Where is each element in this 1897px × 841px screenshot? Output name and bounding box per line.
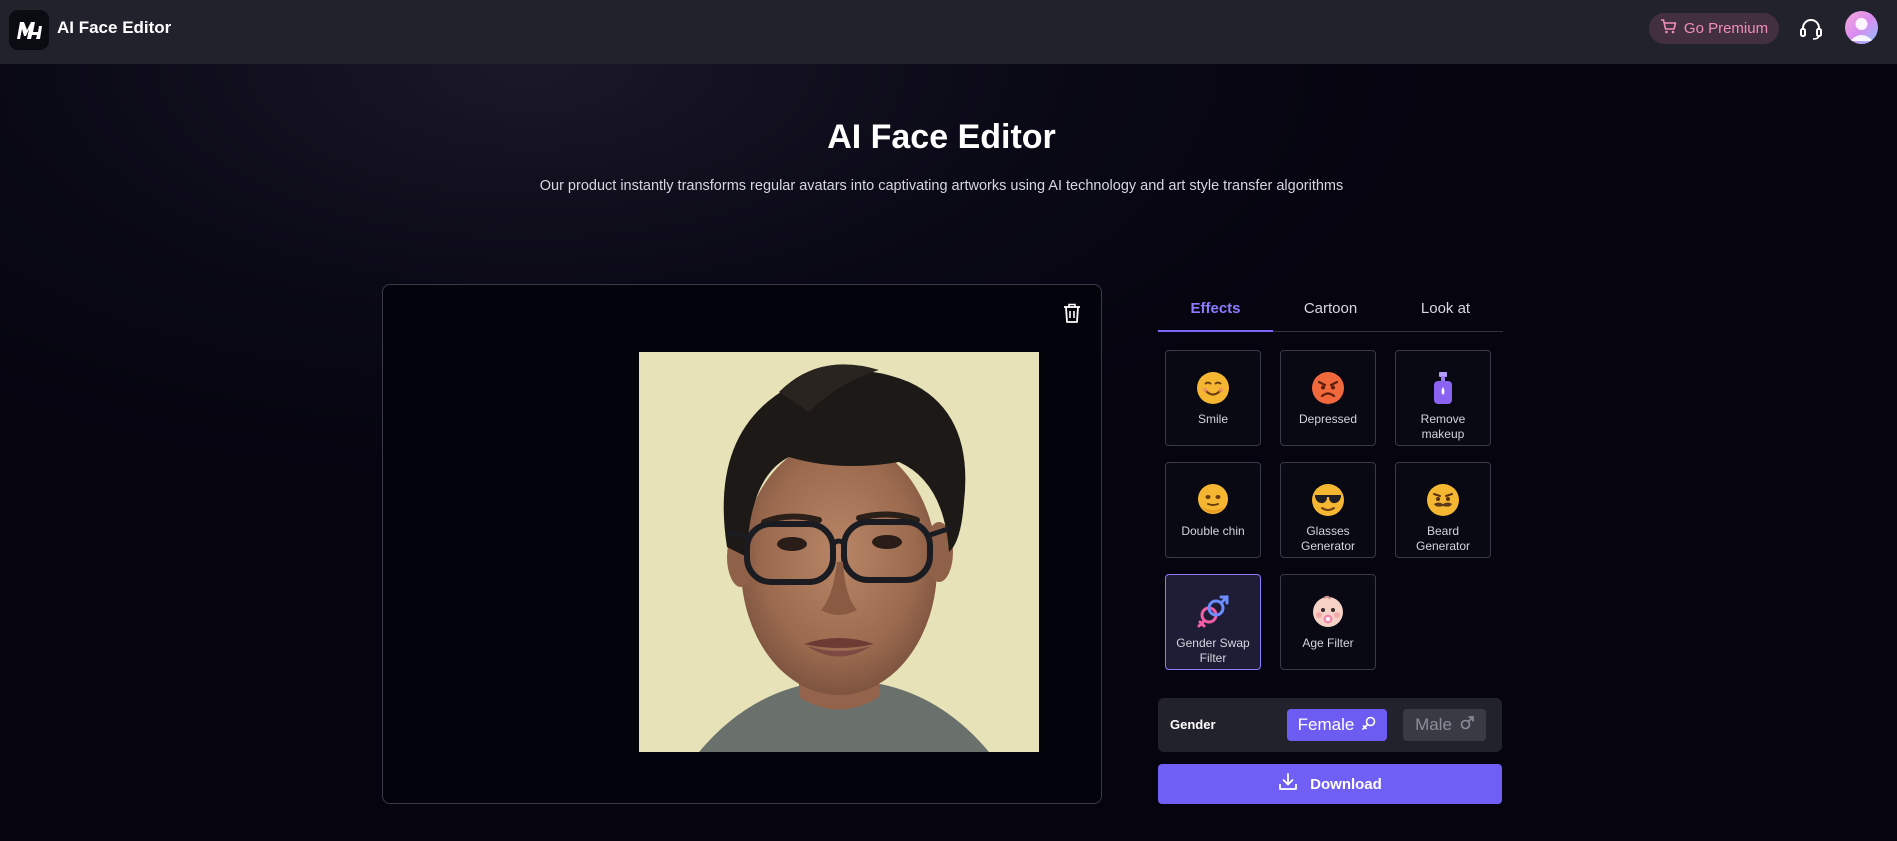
download-button[interactable]: Download [1158, 764, 1502, 804]
effect-label: Double chin [1181, 524, 1245, 538]
tab-effects[interactable]: Effects [1158, 290, 1273, 332]
effect-remove-makeup[interactable]: Remove makeup [1395, 350, 1491, 446]
female-symbol-icon [1362, 715, 1376, 735]
female-label: Female [1297, 715, 1355, 734]
baby-face-icon [1310, 594, 1346, 630]
page-title: AI Face Editor [827, 118, 1056, 156]
male-symbol-icon [1460, 715, 1474, 735]
gender-symbol-icon [1195, 594, 1231, 630]
app-title[interactable]: AI Face Editor [57, 18, 171, 38]
effect-beard-generator[interactable]: Beard Generator [1395, 462, 1491, 558]
effect-double-chin[interactable]: Double chin [1165, 462, 1261, 558]
effect-age-filter[interactable]: Age Filter [1280, 574, 1376, 670]
go-premium-label: Go Premium [1683, 20, 1769, 37]
male-label: Male [1415, 715, 1452, 734]
effect-tabs: Effects Cartoon Look at [1158, 290, 1503, 332]
lotion-bottle-icon [1425, 370, 1461, 406]
angry-emoji-icon [1310, 370, 1346, 406]
effect-smile[interactable]: Smile [1165, 350, 1261, 446]
gender-selector: Gender Female Male [1158, 698, 1502, 752]
effect-label: Gender Swap Filter [1176, 636, 1250, 665]
download-icon [1278, 772, 1298, 796]
user-avatar[interactable] [1845, 11, 1878, 44]
effect-glasses-generator[interactable]: Glasses Generator [1280, 462, 1376, 558]
effect-label: Depressed [1298, 412, 1358, 426]
effect-label: Age Filter [1302, 636, 1354, 650]
effect-depressed[interactable]: Depressed [1280, 350, 1376, 446]
effect-gender-swap-filter[interactable]: Gender Swap Filter [1165, 574, 1261, 670]
female-button[interactable]: Female [1287, 709, 1387, 741]
beard-emoji-icon [1425, 482, 1461, 518]
effect-label: Glasses Generator [1300, 524, 1356, 553]
effect-label: Beard Generator [1415, 524, 1471, 553]
tab-cartoon[interactable]: Cartoon [1273, 290, 1388, 331]
sunglasses-emoji-icon [1310, 482, 1346, 518]
delete-trash-icon[interactable] [1060, 300, 1084, 326]
smile-emoji-icon [1195, 370, 1231, 406]
effect-label: Remove makeup [1420, 412, 1466, 441]
effects-grid: Smile Depressed Remove makeup Double chi… [1165, 350, 1491, 670]
top-bar: AI Face Editor Go Premium [0, 0, 1897, 64]
tab-look-at[interactable]: Look at [1388, 290, 1503, 331]
uploaded-face-photo [639, 352, 1039, 752]
page-subtitle: Our product instantly transforms regular… [539, 178, 1344, 194]
download-label: Download [1310, 775, 1382, 793]
go-premium-button[interactable]: Go Premium [1649, 13, 1779, 44]
double-chin-emoji-icon [1195, 482, 1231, 518]
male-button[interactable]: Male [1403, 709, 1486, 741]
support-headset-icon[interactable] [1797, 16, 1825, 42]
effect-label: Smile [1197, 412, 1228, 426]
cart-icon [1660, 19, 1677, 38]
app-logo-icon[interactable] [9, 10, 49, 50]
gender-label: Gender [1170, 717, 1216, 732]
